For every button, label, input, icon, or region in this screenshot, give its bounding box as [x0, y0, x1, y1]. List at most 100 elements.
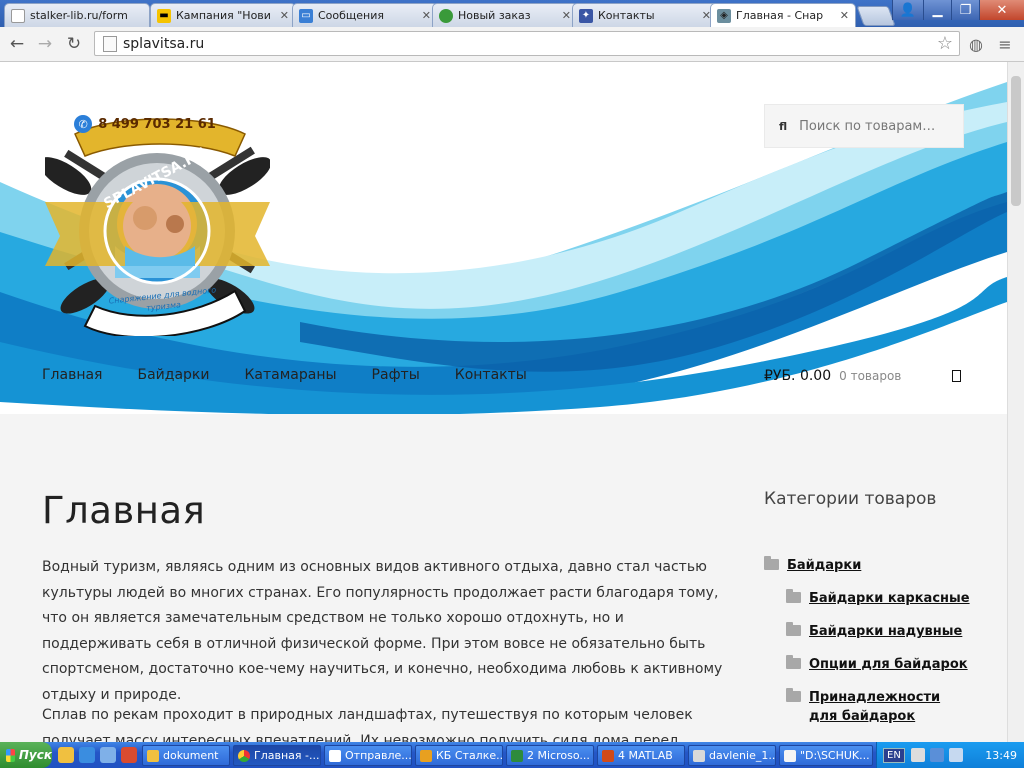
- task-label: 2 Microso...: [527, 749, 590, 762]
- restore-button[interactable]: ❐: [951, 0, 979, 20]
- language-indicator[interactable]: EN: [883, 747, 905, 763]
- network-icon[interactable]: [929, 748, 944, 762]
- message-icon: ▭: [299, 8, 313, 23]
- page-icon: [103, 35, 117, 52]
- category-inflatable-kayaks[interactable]: Байдарки надувные: [786, 622, 962, 641]
- menu-icon[interactable]: ≡: [994, 33, 1016, 55]
- tab-campaign[interactable]: ▬ Кампания "Нови ✕: [150, 3, 296, 27]
- folder-icon: [786, 688, 801, 702]
- paragraph-2: Сплав по рекам проходит в природных ланд…: [42, 707, 693, 742]
- page-icon: [11, 8, 25, 23]
- task-browser[interactable]: КБ Сталке...: [415, 745, 503, 766]
- task-label: Отправле...: [345, 749, 412, 762]
- category-frame-kayaks[interactable]: Байдарки каркасные: [786, 589, 970, 608]
- search-input[interactable]: [797, 117, 952, 135]
- page-viewport: SPLAVITSA.RU ✆ 8 499 703 21 61 Снаряжени…: [0, 62, 1007, 742]
- category-kayak-accessories[interactable]: Принадлежности для байдарок: [786, 688, 956, 726]
- cart-icon[interactable]: [952, 370, 961, 382]
- phone-text: 8 499 703 21 61: [98, 116, 216, 132]
- tab-title: Сообщения: [318, 9, 385, 22]
- folder-icon: [764, 556, 779, 570]
- tab-messages[interactable]: ▭ Сообщения ✕: [292, 3, 438, 27]
- task-label: "D:\SCHUK...: [800, 749, 870, 762]
- main-nav: Главная Байдарки Катамараны Рафты Контак…: [42, 367, 562, 383]
- start-button[interactable]: Пуск: [0, 742, 52, 768]
- scroll-thumb[interactable]: [1011, 76, 1021, 206]
- folder-icon: [786, 622, 801, 636]
- task-dokument[interactable]: dokument: [142, 745, 230, 766]
- task-chrome[interactable]: Главная -...: [233, 745, 321, 766]
- task-matlab[interactable]: 4 MATLAB: [597, 745, 685, 766]
- new-tab-button[interactable]: [856, 6, 896, 26]
- close-icon[interactable]: ✕: [840, 9, 849, 22]
- task-image[interactable]: davlenie_1...: [688, 745, 776, 766]
- paragraph-1: Водный туризм, являясь одним из основных…: [42, 559, 723, 703]
- site-header: SPLAVITSA.RU ✆ 8 499 703 21 61 Снаряжени…: [0, 62, 1007, 414]
- tab-contacts[interactable]: ✦ Контакты ✕: [572, 3, 718, 27]
- phone-number[interactable]: ✆ 8 499 703 21 61: [70, 112, 220, 136]
- help-icon[interactable]: [910, 748, 925, 762]
- product-search[interactable]: fl: [764, 104, 964, 148]
- system-tray: EN 13:49: [876, 742, 1024, 768]
- category-link[interactable]: Байдарки надувные: [809, 622, 962, 641]
- task-label: davlenie_1...: [709, 749, 776, 762]
- url-text[interactable]: splavitsa.ru: [123, 36, 937, 52]
- task-mail[interactable]: Отправле...: [324, 745, 412, 766]
- tab-title: Кампания "Нови: [176, 9, 271, 22]
- tab-new-order[interactable]: Новый заказ ✕: [432, 3, 578, 27]
- windows-logo-icon: [6, 748, 15, 762]
- desktop-icon[interactable]: [100, 747, 116, 763]
- tab-stalker-lib[interactable]: stalker-lib.ru/form: [4, 3, 150, 27]
- tab-strip: stalker-lib.ru/form ▬ Кампания "Нови ✕ ▭…: [0, 0, 1024, 27]
- tab-title: stalker-lib.ru/form: [30, 9, 128, 22]
- ie-icon[interactable]: [79, 747, 95, 763]
- categories-heading: Категории товаров: [764, 489, 937, 509]
- task-excel[interactable]: 2 Microso...: [506, 745, 594, 766]
- close-icon[interactable]: ✕: [280, 9, 289, 22]
- address-bar[interactable]: splavitsa.ru ☆: [94, 31, 960, 56]
- windows-taskbar: Пуск dokument Главная -... Отправле... К…: [0, 742, 1024, 768]
- cart-summary[interactable]: ₽УБ. 0.00 0 товаров: [764, 368, 901, 384]
- chrome-icon: [238, 749, 250, 762]
- nav-item-home[interactable]: Главная: [42, 367, 102, 383]
- translate-globe-icon[interactable]: ◍: [965, 33, 987, 55]
- nav-item-catamarans[interactable]: Катамараны: [244, 367, 336, 383]
- media-icon[interactable]: [121, 747, 137, 763]
- task-label: 4 MATLAB: [618, 749, 673, 762]
- tab-title: Главная - Снар: [736, 9, 824, 22]
- notepad-icon: [784, 749, 796, 762]
- close-window-button[interactable]: ✕: [979, 0, 1024, 20]
- excel-icon: [511, 749, 523, 762]
- page-scrollbar[interactable]: [1007, 62, 1024, 742]
- clock: 13:49: [985, 748, 1017, 762]
- tab-title: Контакты: [598, 9, 655, 22]
- close-icon[interactable]: ✕: [422, 9, 431, 22]
- image-icon: [693, 749, 705, 762]
- bookmark-star-icon[interactable]: ☆: [937, 33, 953, 54]
- user-icon[interactable]: 👤: [892, 0, 923, 20]
- close-icon[interactable]: ✕: [562, 9, 571, 22]
- order-icon: [439, 8, 453, 23]
- volume-icon[interactable]: [948, 748, 963, 762]
- category-link[interactable]: Байдарки: [787, 556, 861, 575]
- category-link[interactable]: Принадлежности для байдарок: [809, 688, 956, 726]
- tab-home-active[interactable]: ◈ Главная - Снар ✕: [710, 3, 856, 27]
- folder-quicklaunch-icon[interactable]: [58, 747, 74, 763]
- task-label: dokument: [163, 749, 219, 762]
- window-controls: 👤 ▁ ❐ ✕: [892, 0, 1024, 20]
- task-notepad[interactable]: "D:\SCHUK...: [779, 745, 873, 766]
- nav-item-rafts[interactable]: Рафты: [372, 367, 420, 383]
- category-link[interactable]: Опции для байдарок: [809, 655, 968, 674]
- tab-title: Новый заказ: [458, 9, 531, 22]
- category-link[interactable]: Байдарки каркасные: [809, 589, 970, 608]
- category-kayak-options[interactable]: Опции для байдарок: [786, 655, 968, 674]
- search-icon: fl: [779, 119, 788, 133]
- nav-item-kayaks[interactable]: Байдарки: [137, 367, 209, 383]
- forward-button[interactable]: →: [34, 33, 56, 55]
- back-button[interactable]: ←: [6, 33, 28, 55]
- category-kayaks[interactable]: Байдарки: [764, 556, 861, 575]
- nav-item-contacts[interactable]: Контакты: [455, 367, 527, 383]
- start-label: Пуск: [18, 748, 52, 762]
- minimize-button[interactable]: ▁: [923, 0, 951, 20]
- reload-button[interactable]: ↻: [63, 33, 85, 55]
